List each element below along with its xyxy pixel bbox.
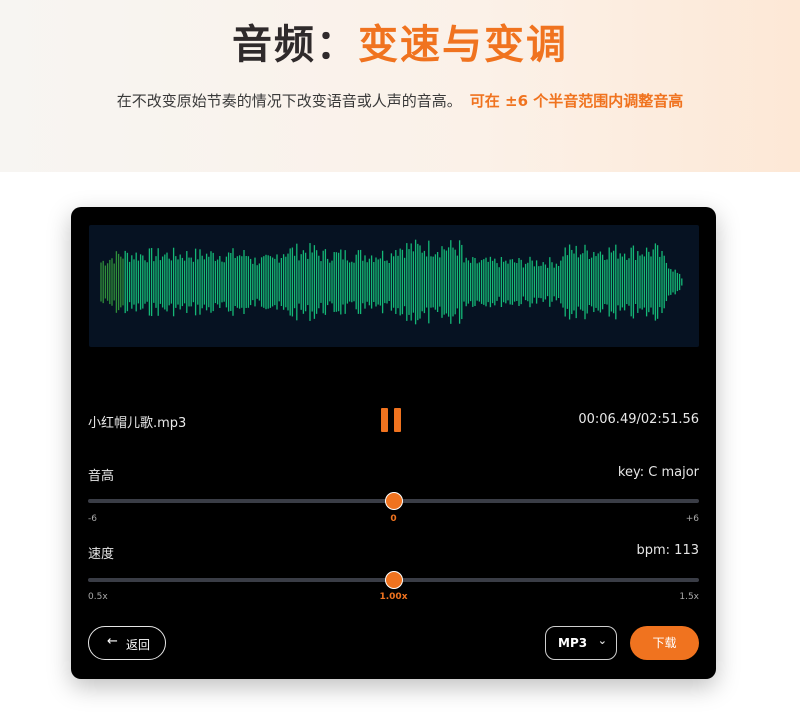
- subtitle-highlight: 可在 ±6 个半音范围内调整音高: [469, 92, 684, 110]
- speed-bpm-value: bpm: 113: [636, 543, 700, 558]
- title-part-2: 变速与变调: [358, 22, 568, 68]
- arrow-left-icon: ←: [107, 634, 118, 649]
- playback-info-row: 小红帽儿歌.mp3 00:06.49/02:51.56: [88, 408, 699, 434]
- pitch-label: 音高: [88, 469, 115, 484]
- page-subtitle: 在不改变原始节奏的情况下改变语音或人声的音高。 可在 ±6 个半音范围内调整音高: [0, 90, 800, 112]
- file-name: 小红帽儿歌.mp3: [88, 416, 187, 431]
- format-select-value: MP3: [558, 636, 588, 650]
- pause-button[interactable]: [376, 406, 410, 436]
- waveform-display[interactable]: [89, 225, 699, 347]
- back-button[interactable]: ← 返回: [88, 626, 166, 660]
- speed-label: 速度: [88, 547, 115, 562]
- subtitle-text: 在不改变原始节奏的情况下改变语音或人声的音高。: [116, 92, 462, 110]
- time-display: 00:06.49/02:51.56: [578, 412, 699, 427]
- pitch-current-label: 0: [390, 514, 397, 524]
- pitch-slider[interactable]: [88, 491, 699, 511]
- waveform-graphic: [100, 239, 683, 325]
- chevron-down-icon: ⌄: [597, 634, 607, 647]
- pitch-key-value: key: C major: [617, 465, 699, 480]
- audio-editor-card: 小红帽儿歌.mp3 00:06.49/02:51.56 音高 key: C ma…: [71, 207, 716, 679]
- pitch-slider-thumb[interactable]: [384, 492, 403, 510]
- title-part-1: 音频：: [232, 22, 358, 68]
- hero-section: 音频：变速与变调 在不改变原始节奏的情况下改变语音或人声的音高。 可在 ±6 个半…: [0, 0, 800, 172]
- back-button-label: 返回: [126, 638, 151, 652]
- speed-slider[interactable]: [88, 570, 699, 590]
- pitch-min-label: -6: [88, 514, 97, 524]
- pitch-max-label: +6: [685, 514, 699, 524]
- format-select[interactable]: MP3 ⌄: [545, 626, 617, 660]
- speed-current-label: 1.00x: [379, 592, 408, 602]
- page-title: 音频：变速与变调: [0, 18, 800, 72]
- speed-min-label: 0.5x: [88, 592, 108, 602]
- download-button[interactable]: 下载: [630, 626, 699, 660]
- speed-slider-thumb[interactable]: [384, 571, 403, 589]
- speed-max-label: 1.5x: [679, 592, 699, 602]
